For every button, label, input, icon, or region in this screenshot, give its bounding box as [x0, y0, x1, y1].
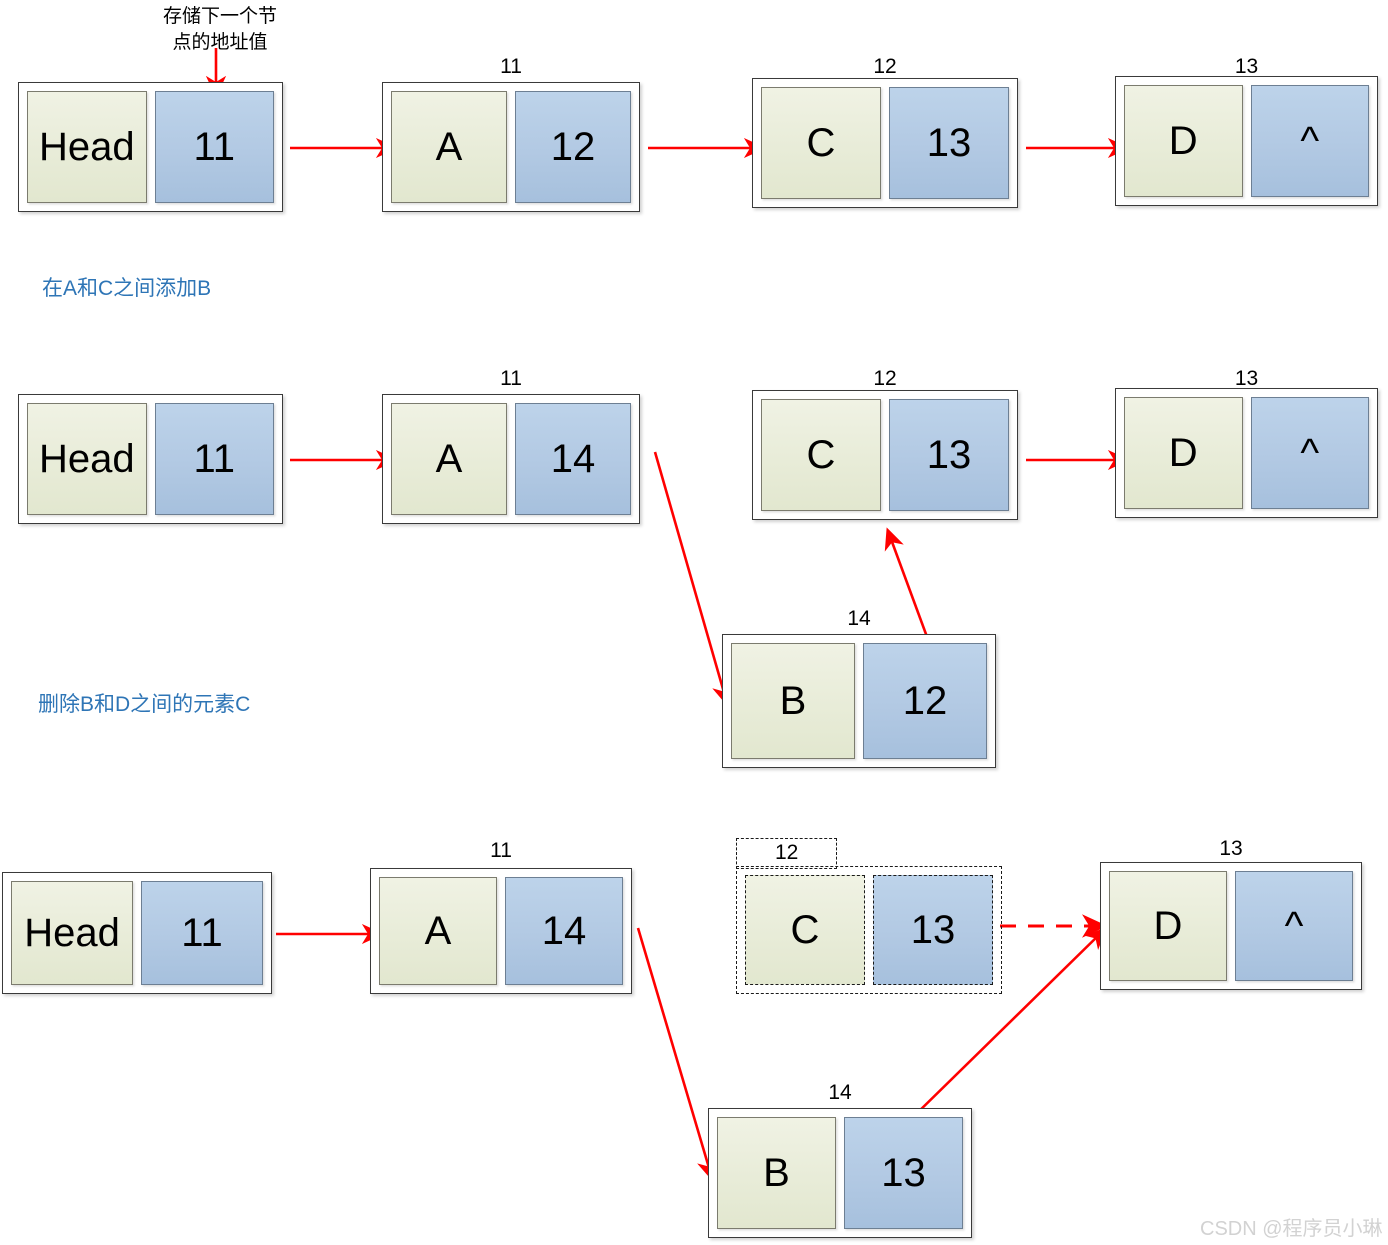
node-row1-c-data: C: [761, 87, 881, 199]
caption-insert: 在A和C之间添加B: [42, 277, 212, 300]
node-row3-head-data: Head: [11, 881, 133, 985]
node-row3-head[interactable]: Head 11: [2, 872, 272, 994]
node-row2-b-pointer: 12: [863, 643, 987, 759]
node-row1-a-pointer: 12: [515, 91, 631, 203]
node-row3-a-pointer: 14: [505, 877, 623, 985]
addr-label-row1-c: 12: [873, 55, 897, 78]
node-row2-b-data: B: [731, 643, 855, 759]
node-row1-d[interactable]: D ^: [1115, 76, 1378, 206]
node-row3-a[interactable]: A 14: [370, 868, 632, 994]
node-row2-c[interactable]: C 13: [752, 390, 1018, 520]
addr-label-row3-a: 11: [490, 839, 512, 862]
addr-label-row2-b: 14: [847, 607, 871, 630]
node-row3-c-pointer: 13: [873, 875, 993, 985]
csdn-watermark: CSDN @程序员小琳: [1200, 1218, 1383, 1240]
addr-label-row2-d: 13: [1234, 367, 1259, 390]
node-row1-d-data: D: [1124, 85, 1243, 197]
node-row1-d-pointer: ^: [1250, 85, 1369, 197]
node-row3-c-deleted[interactable]: C 13: [736, 866, 1002, 994]
node-row3-b-pointer: 13: [844, 1117, 963, 1229]
node-row3-b[interactable]: B 13: [708, 1108, 972, 1238]
node-row3-b-data: B: [717, 1117, 836, 1229]
node-row2-d-data: D: [1124, 397, 1243, 509]
caption-delete: 删除B和D之间的元素C: [38, 693, 251, 716]
row2-arrow-a-to-b: [653, 451, 732, 707]
addr-label-row3-b: 14: [828, 1081, 852, 1104]
node-row1-a[interactable]: A 12: [382, 82, 640, 212]
row3-arrow-a-to-b: [636, 927, 717, 1182]
node-row1-c-pointer: 13: [889, 87, 1009, 199]
addr-label-row2-a: 11: [500, 367, 522, 390]
node-row3-head-pointer: 11: [141, 881, 263, 985]
node-row2-d-pointer: ^: [1250, 397, 1369, 509]
node-row2-c-data: C: [761, 399, 881, 511]
addr-label-row2-c: 12: [873, 367, 897, 390]
node-row1-c[interactable]: C 13: [752, 78, 1018, 208]
addr-label-row3-c: 12: [736, 838, 838, 869]
addr-label-row1-d: 13: [1234, 55, 1259, 78]
addr-label-row1-a: 11: [500, 55, 522, 78]
node-row3-c-data: C: [745, 875, 865, 985]
node-row2-head-data: Head: [27, 403, 147, 515]
node-row2-a-pointer: 14: [515, 403, 631, 515]
diagram-canvas: 存储下一个节 点的地址值 11 12 13 Head 11 A 12 C 13 …: [0, 0, 1388, 1245]
node-row1-head-data: Head: [27, 91, 147, 203]
node-row2-d[interactable]: D ^: [1115, 388, 1378, 518]
node-row2-head[interactable]: Head 11: [18, 394, 283, 524]
pointer-annotation: 存储下一个节 点的地址值: [162, 6, 277, 53]
node-row2-b[interactable]: B 12: [722, 634, 996, 768]
node-row2-c-pointer: 13: [889, 399, 1009, 511]
node-row2-a-data: A: [391, 403, 507, 515]
node-row1-head[interactable]: Head 11: [18, 82, 283, 212]
node-row2-a[interactable]: A 14: [382, 394, 640, 524]
node-row3-d-pointer: ^: [1235, 871, 1353, 981]
node-row3-d-data: D: [1109, 871, 1227, 981]
node-row3-a-data: A: [379, 877, 497, 985]
node-row3-d[interactable]: D ^: [1100, 862, 1362, 990]
node-row1-a-data: A: [391, 91, 507, 203]
node-row1-head-pointer: 11: [154, 91, 274, 203]
node-row2-head-pointer: 11: [154, 403, 274, 515]
addr-label-row3-d: 13: [1219, 837, 1243, 860]
